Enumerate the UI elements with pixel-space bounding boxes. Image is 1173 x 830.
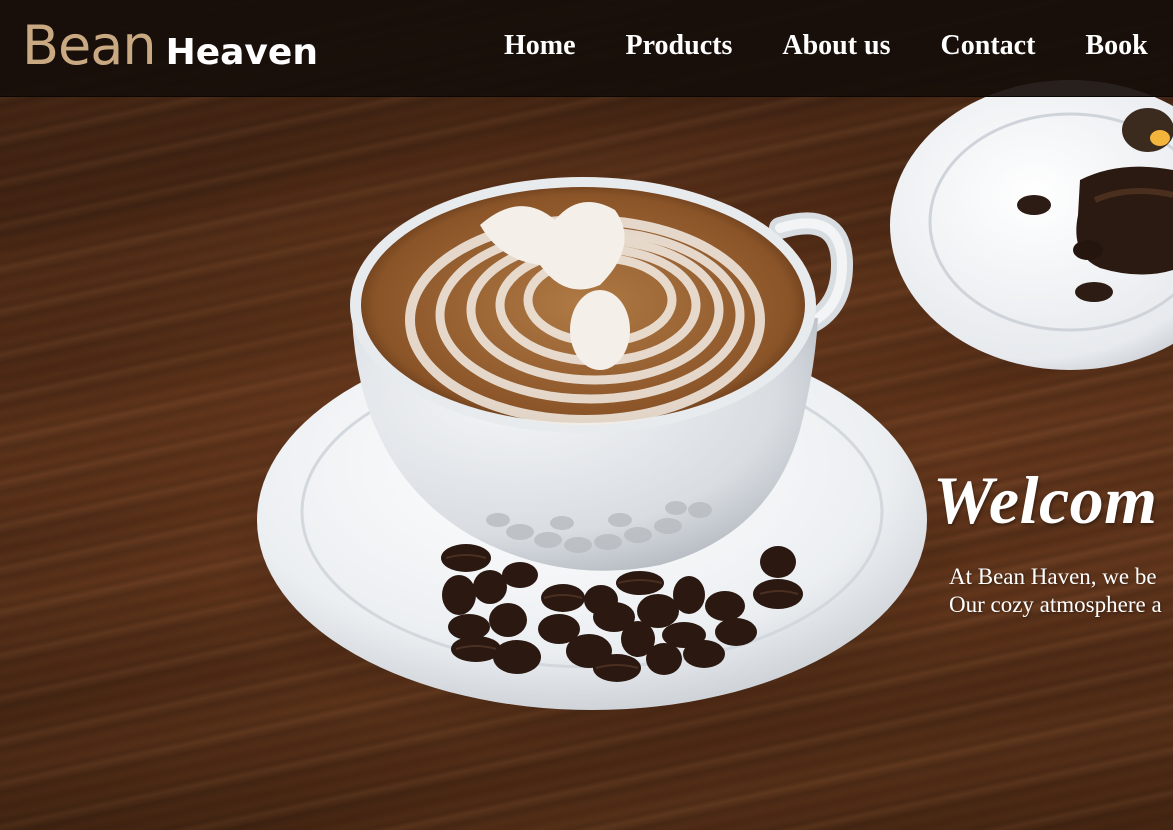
nav-link-book[interactable]: Book <box>1085 28 1147 64</box>
nav-link-contact[interactable]: Contact <box>941 28 1036 64</box>
hero-intro-line-2: Our cozy atmosphere a <box>949 592 1162 617</box>
hero-intro-line-1: At Bean Haven, we be <box>949 564 1157 589</box>
nav-link-home[interactable]: Home <box>504 28 576 64</box>
dessert-plate <box>890 80 1173 370</box>
nav-menu: Home Products About us Contact Book <box>504 28 1173 64</box>
nav-link-about-us[interactable]: About us <box>782 28 890 64</box>
brand-logo[interactable]: Bean Heaven <box>22 16 318 83</box>
brand-name-secondary: Heaven <box>165 32 318 73</box>
brand-name-primary: Bean <box>22 14 157 77</box>
hero-section <box>0 0 1173 830</box>
top-navbar: Bean Heaven Home Products About us Contac… <box>0 0 1173 97</box>
hero-intro-text: At Bean Haven, we be Our cozy atmosphere… <box>949 563 1162 619</box>
hero-coffee-image <box>220 80 1173 760</box>
nav-link-products[interactable]: Products <box>626 28 733 64</box>
hero-heading: Welcom <box>933 462 1158 538</box>
